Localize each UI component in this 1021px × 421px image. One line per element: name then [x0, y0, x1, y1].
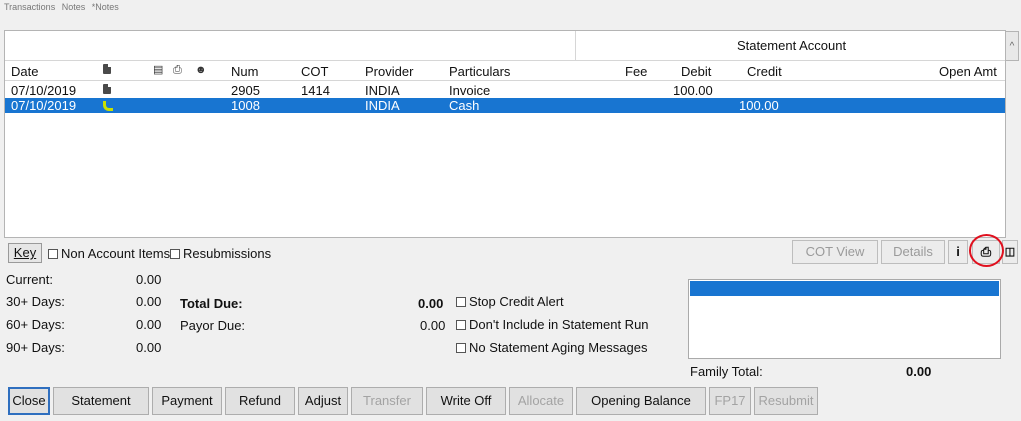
- phone-icon: [103, 98, 113, 113]
- non-account-items-checkbox[interactable]: Non Account Items: [48, 246, 170, 261]
- details-button[interactable]: Details: [881, 240, 945, 264]
- opening-balance-button[interactable]: Opening Balance: [576, 387, 706, 415]
- statement-button[interactable]: Statement: [53, 387, 149, 415]
- total-due-value: 0.00: [418, 296, 444, 311]
- row-num: 1008: [231, 98, 260, 113]
- info-icon[interactable]: i: [948, 240, 968, 264]
- resubmissions-label: Resubmissions: [183, 246, 272, 261]
- col-cot[interactable]: COT: [301, 63, 328, 80]
- checkbox-box[interactable]: [170, 249, 180, 259]
- write-off-button[interactable]: Write Off: [426, 387, 506, 415]
- row-num: 2905: [231, 83, 260, 98]
- non-account-items-label: Non Account Items: [61, 246, 171, 261]
- row-cot: 1414: [301, 83, 330, 98]
- user-icon: ☻: [195, 64, 207, 76]
- checkbox-box[interactable]: [456, 297, 466, 307]
- card-icon: ▤: [153, 64, 164, 76]
- stop-credit-alert-label: Stop Credit Alert: [469, 294, 564, 309]
- notes-list[interactable]: [688, 279, 1001, 359]
- col-provider[interactable]: Provider: [365, 63, 413, 80]
- days-60-label: 60+ Days:: [6, 317, 65, 332]
- row-provider: INDIA: [365, 98, 400, 113]
- allocate-button[interactable]: Allocate: [509, 387, 573, 415]
- col-credit[interactable]: Credit: [747, 63, 782, 80]
- checkbox-box[interactable]: [456, 320, 466, 330]
- col-open-amt[interactable]: Open Amt: [939, 63, 997, 80]
- dont-include-checkbox[interactable]: Don't Include in Statement Run: [456, 317, 649, 332]
- family-total-label: Family Total:: [690, 364, 763, 379]
- table-row[interactable]: 07/10/2019 2905 1414 INDIA Invoice 100.0…: [5, 83, 1005, 98]
- days-30-label: 30+ Days:: [6, 294, 65, 309]
- total-due-label: Total Due:: [180, 296, 243, 311]
- refund-button[interactable]: Refund: [225, 387, 295, 415]
- row-particulars: Invoice: [449, 83, 491, 98]
- col-date[interactable]: Date: [11, 63, 38, 80]
- current-label: Current:: [6, 272, 53, 287]
- tab-star-notes[interactable]: *Notes: [92, 2, 119, 12]
- no-aging-messages-checkbox[interactable]: No Statement Aging Messages: [456, 340, 648, 355]
- close-button[interactable]: Close: [8, 387, 50, 415]
- tab-notes[interactable]: Notes: [62, 2, 86, 12]
- document-icon: [103, 62, 111, 79]
- payor-due-value: 0.00: [420, 318, 446, 333]
- current-value: 0.00: [136, 272, 162, 287]
- col-debit[interactable]: Debit: [681, 63, 711, 80]
- printer-icon: ⎙: [173, 64, 182, 76]
- tab-transactions[interactable]: Transactions: [4, 2, 55, 12]
- transactions-grid: Statement Account ^ Date ▤ ⎙ ☻ Num COT P…: [4, 30, 1019, 238]
- no-aging-messages-label: No Statement Aging Messages: [469, 340, 648, 355]
- row-particulars: Cash: [449, 98, 480, 113]
- days-60-value: 0.00: [136, 317, 162, 332]
- days-90-label: 90+ Days:: [6, 340, 65, 355]
- transfer-button[interactable]: Transfer: [351, 387, 423, 415]
- row-credit: 100.00: [739, 98, 779, 113]
- delete-icon[interactable]: ◫: [1002, 240, 1018, 264]
- payor-due-label: Payor Due:: [180, 318, 246, 333]
- row-provider: INDIA: [365, 83, 400, 98]
- row-date: 07/10/2019: [11, 83, 77, 98]
- col-particulars[interactable]: Particulars: [449, 63, 510, 80]
- grid-group-header: Statement Account: [5, 31, 1005, 61]
- key-button-label: Key: [13, 245, 37, 260]
- grid-column-headers: Date ▤ ⎙ ☻ Num COT Provider Particulars …: [5, 61, 1005, 81]
- resubmit-button[interactable]: Resubmit: [754, 387, 818, 415]
- col-fee[interactable]: Fee: [625, 63, 647, 80]
- payment-button[interactable]: Payment: [152, 387, 222, 415]
- cot-view-button[interactable]: COT View: [792, 240, 878, 264]
- col-num[interactable]: Num: [231, 63, 258, 80]
- family-total-value: 0.00: [906, 364, 932, 379]
- row-date: 07/10/2019: [11, 98, 77, 113]
- days-90-value: 0.00: [136, 340, 162, 355]
- key-button[interactable]: Key: [8, 243, 42, 263]
- document-icon: [103, 83, 111, 98]
- stop-credit-alert-checkbox[interactable]: Stop Credit Alert: [456, 294, 564, 309]
- tab-strip: Transactions Notes *Notes: [4, 2, 123, 12]
- statement-account-header: Statement Account: [575, 31, 1007, 61]
- adjust-button[interactable]: Adjust: [298, 387, 348, 415]
- table-row-selected[interactable]: 07/10/2019 1008 INDIA Cash 100.00: [5, 98, 1005, 113]
- fp17-button[interactable]: FP17: [709, 387, 751, 415]
- highlight-circle: [969, 234, 1004, 267]
- row-debit: 100.00: [673, 83, 713, 98]
- days-30-value: 0.00: [136, 294, 162, 309]
- scroll-up-icon[interactable]: ^: [1005, 31, 1019, 61]
- checkbox-box[interactable]: [48, 249, 58, 259]
- resubmissions-checkbox[interactable]: Resubmissions: [170, 246, 271, 261]
- checkbox-box[interactable]: [456, 343, 466, 353]
- notes-list-selected-row[interactable]: [690, 281, 999, 296]
- dont-include-label: Don't Include in Statement Run: [469, 317, 649, 332]
